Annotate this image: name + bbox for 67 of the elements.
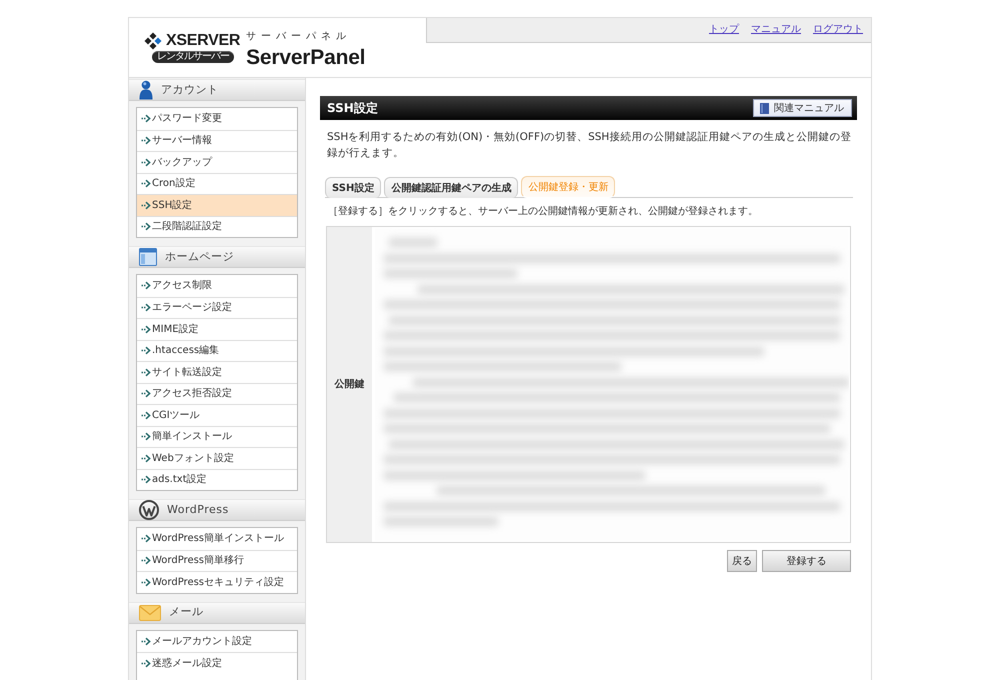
arrow-icon — [141, 303, 151, 312]
diamond-logo-icon — [144, 32, 162, 50]
menu-item[interactable]: エラーページ設定 — [137, 296, 297, 318]
product-kana: サーバーパネル — [246, 31, 352, 43]
tagline-label: レンタルサーバー — [152, 51, 234, 63]
arrow-icon — [141, 200, 151, 210]
arrow-icon — [141, 658, 151, 668]
product-name: ServerPanel — [246, 46, 366, 70]
envelope-icon — [139, 604, 161, 620]
menu-item[interactable]: 迷惑メール設定 — [137, 652, 297, 674]
arrow-icon — [141, 346, 151, 356]
tab[interactable]: 公開鍵認証用鍵ペアの生成 — [384, 177, 518, 198]
menu-item[interactable]: サイト転送設定 — [137, 361, 297, 382]
arrow-icon — [141, 410, 151, 420]
arrow-icon — [141, 136, 151, 146]
nav-link[interactable]: トップ — [709, 18, 739, 41]
person-icon — [139, 80, 153, 100]
arrow-icon — [141, 534, 151, 544]
section-title: ホームページ — [165, 248, 234, 265]
arrow-icon — [141, 475, 151, 484]
menu-item[interactable]: アクセス制限 — [137, 275, 297, 296]
page-title: SSH設定 — [327, 100, 378, 117]
menu-item[interactable]: メールアカウント設定 — [137, 630, 297, 652]
description-text: SSHを利用するための有効(ON)・無効(OFF)の切替、SSH接続用の公開鍵認証用鍵ペアの生成と公開鍵の登録が行えます。 — [327, 130, 852, 161]
menu-item[interactable]: バックアップ — [137, 151, 297, 172]
menu-item[interactable]: 簡単インストール — [137, 426, 297, 447]
arrow-icon — [141, 158, 151, 167]
menu-item[interactable]: CGIツール — [137, 404, 297, 426]
brand-name: XSERVER — [166, 32, 240, 50]
arrow-icon — [141, 114, 151, 124]
arrow-icon — [141, 389, 151, 398]
section-title: メール — [169, 604, 204, 620]
arrow-icon — [141, 454, 151, 463]
book-icon — [760, 102, 769, 114]
section-title: アカウント — [161, 82, 218, 98]
arrow-icon — [141, 179, 151, 188]
tab[interactable]: SSH設定 — [325, 177, 382, 198]
nav-link[interactable]: ログアウト — [813, 18, 863, 41]
arrow-icon — [141, 556, 151, 566]
menu-item[interactable]: サーバー情報 — [137, 130, 297, 151]
arrow-icon — [141, 281, 151, 290]
arrow-icon — [141, 222, 151, 232]
arrow-icon — [141, 432, 151, 442]
menu-item[interactable]: WordPressセキュリティ設定 — [137, 571, 297, 592]
manual-button[interactable]: 関連マニュアル — [753, 99, 852, 117]
arrow-icon — [141, 636, 151, 646]
instruction-text: ［登録する］をクリックすると、サーバー上の公開鍵情報が更新され、公開鍵が登録されます。 — [328, 205, 759, 219]
window-icon — [139, 248, 157, 266]
section-title: WordPress — [167, 502, 229, 518]
menu-item[interactable]: パスワード変更 — [137, 108, 297, 130]
field-label: 公開鍵 — [327, 227, 374, 542]
menu-item[interactable]: Webフォント設定 — [137, 447, 297, 468]
back-button[interactable]: 戻る — [727, 550, 757, 572]
menu-item[interactable]: 二段階認証設定 — [137, 216, 297, 237]
arrow-icon — [141, 368, 151, 377]
arrow-icon — [141, 324, 151, 334]
menu-item[interactable]: ads.txt設定 — [137, 468, 297, 490]
register-button[interactable]: 登録する — [762, 550, 851, 572]
menu-item[interactable]: WordPress簡単移行 — [137, 550, 297, 571]
menu-item[interactable]: WordPress簡単インストール — [137, 528, 297, 550]
menu-item[interactable]: SSH設定 — [137, 194, 297, 216]
menu-item[interactable]: MIME設定 — [137, 318, 297, 340]
menu-item[interactable]: アクセス拒否設定 — [137, 382, 297, 404]
arrow-icon — [141, 578, 151, 587]
menu-item[interactable]: .htaccess編集 — [137, 340, 297, 361]
circle-logo-icon — [139, 500, 159, 520]
nav-link[interactable]: マニュアル — [751, 18, 801, 41]
